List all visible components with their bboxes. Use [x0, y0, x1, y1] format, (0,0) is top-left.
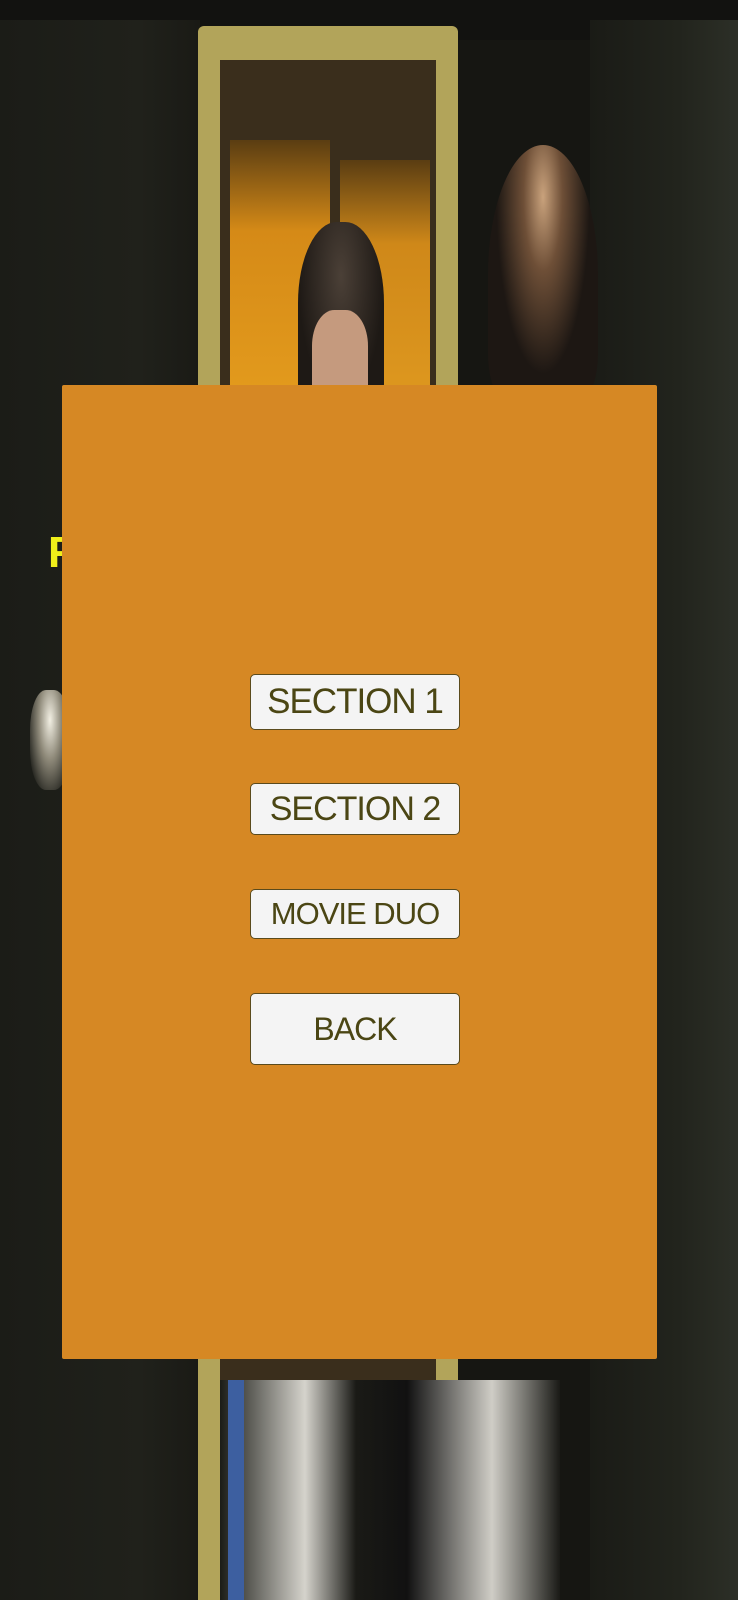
background-tie	[228, 1380, 244, 1600]
background-person-right	[488, 145, 598, 405]
movie-duo-button[interactable]: MOVIE DUO	[250, 889, 460, 939]
section-2-button[interactable]: SECTION 2	[250, 783, 460, 835]
section-1-button[interactable]: SECTION 1	[250, 674, 460, 730]
menu-panel: SECTION 1 SECTION 2 MOVIE DUO BACK	[62, 385, 657, 1359]
screen: F SECTION 1 SECTION 2 MOVIE DUO BACK	[0, 0, 738, 1600]
back-button[interactable]: BACK	[250, 993, 460, 1065]
background-suits	[220, 1380, 560, 1600]
